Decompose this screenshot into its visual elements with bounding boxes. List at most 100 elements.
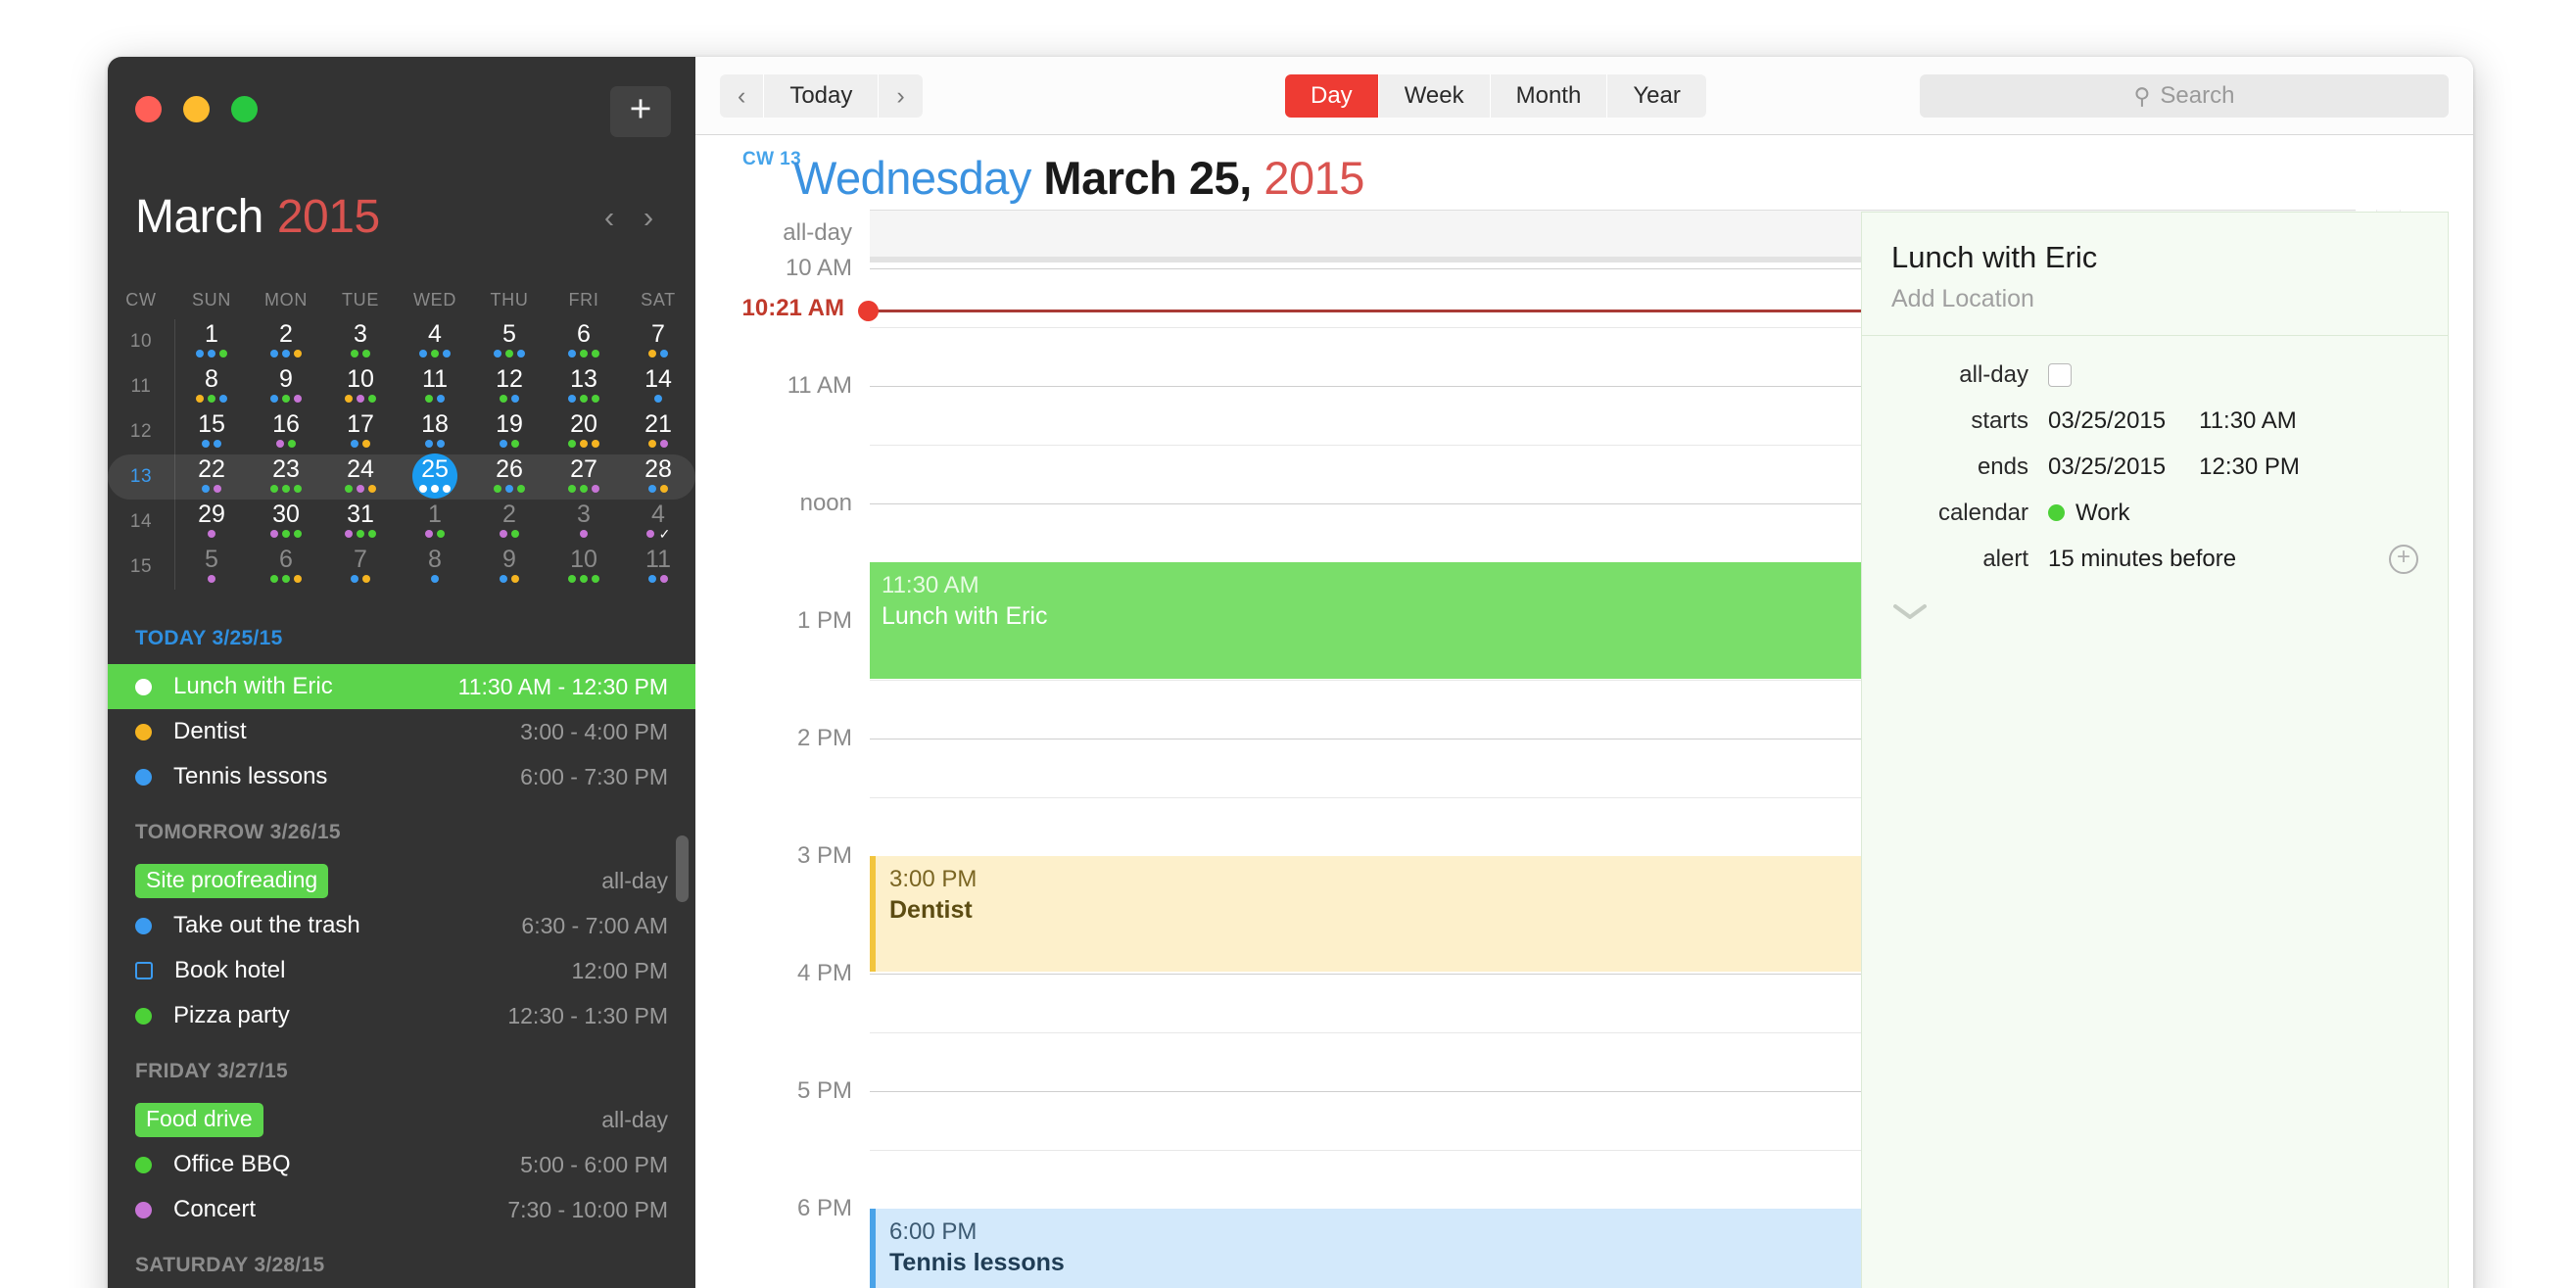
previous-day-button[interactable]: ‹ [720, 74, 765, 118]
mini-calendar-day-cell[interactable]: 12 [472, 364, 547, 409]
mini-calendar-day-number: 19 [496, 410, 523, 438]
tab-week[interactable]: Week [1378, 74, 1491, 118]
mini-calendar-day-number: 10 [570, 546, 597, 573]
mini-calendar-day-cell[interactable]: 2 [472, 500, 547, 545]
mini-calendar-day-dots [208, 575, 215, 583]
mini-calendar-day-cell[interactable]: 1 [174, 319, 249, 364]
mini-calendar-day-cell[interactable]: 31 [323, 500, 398, 545]
list-item[interactable]: Tennis lessons 6:00 - 7:30 PM [108, 754, 695, 799]
zoom-button-icon[interactable] [231, 96, 258, 122]
list-item[interactable]: Pizza party 12:30 - 1:30 PM [108, 993, 695, 1038]
mini-calendar-day-cell[interactable]: 3 [547, 500, 621, 545]
mini-calendar-day-cell[interactable]: 28 [621, 454, 695, 500]
mini-calendar-day-cell[interactable]: 22 [174, 454, 249, 500]
mini-calendar-day-cell[interactable]: 6 [547, 319, 621, 364]
mini-calendar-day-cell[interactable]: 11 [398, 364, 472, 409]
calendar-select[interactable]: Work [2075, 500, 2130, 527]
hour-label: 2 PM [796, 725, 852, 751]
minimize-button-icon[interactable] [183, 96, 210, 122]
todo-checkbox[interactable] [135, 962, 153, 979]
mini-calendar-day-cell[interactable]: 20 [547, 409, 621, 454]
inspector-event-title[interactable]: Lunch with Eric [1891, 240, 2418, 275]
next-month-chevron-icon[interactable]: › [629, 202, 668, 232]
mini-calendar-day-cell[interactable]: 17 [323, 409, 398, 454]
prev-month-chevron-icon[interactable]: ‹ [590, 202, 629, 232]
mini-calendar-day-cell[interactable]: 15 [174, 409, 249, 454]
event-dot-icon [517, 485, 525, 493]
mini-calendar-day-cell[interactable]: 25 [398, 453, 472, 500]
list-item[interactable]: Office BBQ 5:00 - 6:00 PM [108, 1142, 695, 1187]
mini-calendar-day-cell[interactable]: 30 [249, 500, 323, 545]
ends-time-field[interactable]: 12:30 PM [2199, 453, 2300, 481]
mini-calendar-day-cell[interactable]: 10 [323, 364, 398, 409]
list-item[interactable]: Take out the trash 6:30 - 7:00 AM [108, 903, 695, 948]
mini-calendar-day-cell[interactable]: 7 [621, 319, 695, 364]
mini-calendar-week-row: 10 1 2 3 4 5 6 7 [108, 319, 695, 364]
expand-details-chevron-icon[interactable] [1893, 603, 1927, 621]
all-day-event-badge[interactable]: Site proofreading [135, 863, 329, 898]
toolbar: ‹ Today › Day Week Month Year ⚲ Search [695, 57, 2473, 135]
mini-calendar-day-cell[interactable]: 9 [249, 364, 323, 409]
mini-calendar-day-number: 4 [651, 501, 665, 528]
mini-calendar-day-cell[interactable]: 6 [249, 545, 323, 590]
mini-calendar-day-cell[interactable]: 4 [398, 319, 472, 364]
all-day-event-badge[interactable]: Food drive [135, 1102, 263, 1137]
mini-calendar-day-cell[interactable]: 3 [323, 319, 398, 364]
inspector-location-field[interactable]: Add Location [1891, 285, 2418, 313]
mini-calendar-day-cell[interactable]: 21 [621, 409, 695, 454]
event-dot-icon [276, 440, 284, 448]
next-day-button[interactable]: › [879, 74, 923, 118]
mini-calendar-day-cell[interactable]: 4 ✓ [621, 500, 695, 545]
mini-calendar-day-number: 6 [279, 546, 293, 573]
mini-calendar-day-cell[interactable]: 18 [398, 409, 472, 454]
all-day-checkbox[interactable] [2048, 362, 2072, 387]
mini-calendar-week-row: 11 8 9 10 11 12 13 14 [108, 364, 695, 409]
mini-calendar-day-cell[interactable]: 11 [621, 545, 695, 590]
mini-calendar-day-cell[interactable]: 2 [249, 319, 323, 364]
mini-calendar-day-cell[interactable]: 10 [547, 545, 621, 590]
starts-time-field[interactable]: 11:30 AM [2199, 407, 2297, 435]
mini-calendar-day-cell[interactable]: 24 [323, 454, 398, 500]
mini-calendar-day-cell[interactable]: 5 [472, 319, 547, 364]
tab-day[interactable]: Day [1285, 74, 1379, 118]
mini-calendar-day-cell[interactable]: 8 [398, 545, 472, 590]
search-input[interactable]: ⚲ Search [1920, 74, 2449, 118]
tab-month[interactable]: Month [1490, 74, 1608, 118]
sidebar-scrollbar-thumb[interactable] [676, 835, 689, 902]
mini-calendar-day-cell[interactable]: 8 [174, 364, 249, 409]
mini-calendar-day-cell[interactable]: 16 [249, 409, 323, 454]
list-item[interactable]: Site proofreading all-day [108, 858, 695, 903]
today-button[interactable]: Today [764, 74, 880, 118]
mini-calendar-day-cell[interactable]: 9 [472, 545, 547, 590]
list-item-time: all-day [601, 1106, 668, 1132]
mini-calendar-day-cell[interactable]: 19 [472, 409, 547, 454]
alert-select[interactable]: 15 minutes before [2048, 546, 2236, 573]
mini-calendar-day-cell[interactable]: 14 [621, 364, 695, 409]
starts-date-field[interactable]: 03/25/2015 [2048, 407, 2166, 435]
list-item[interactable]: Book hotel 12:00 PM [108, 948, 695, 993]
mini-calendar-day-cell[interactable]: 23 [249, 454, 323, 500]
list-item[interactable]: Lunch with Eric 11:30 AM - 12:30 PM [108, 664, 695, 709]
mini-calendar-week-row: 14 29 30 31 1 2 3 4 ✓ [108, 500, 695, 545]
mini-calendar-day-cell[interactable]: 5 [174, 545, 249, 590]
ends-date-field[interactable]: 03/25/2015 [2048, 453, 2166, 481]
mini-calendar-day-cell[interactable]: 29 [174, 500, 249, 545]
mini-calendar-day-cell[interactable]: 7 [323, 545, 398, 590]
window-controls [135, 96, 258, 122]
mini-calendar-day-dots [494, 350, 525, 358]
event-dot-icon [368, 395, 376, 403]
list-item[interactable]: Concert 7:30 - 10:00 PM [108, 1187, 695, 1232]
mini-calendar-dow-label: SAT [641, 289, 676, 310]
list-item[interactable]: Dentist 3:00 - 4:00 PM [108, 709, 695, 754]
close-button-icon[interactable] [135, 96, 162, 122]
event-dot-icon [580, 440, 588, 448]
mini-calendar-day-cell[interactable]: 27 [547, 454, 621, 500]
mini-calendar-day-cell[interactable]: 13 [547, 364, 621, 409]
add-event-button[interactable]: + [610, 86, 671, 137]
event-dot-icon [202, 485, 210, 493]
mini-calendar-day-cell[interactable]: 26 [472, 454, 547, 500]
tab-year[interactable]: Year [1607, 74, 1706, 118]
add-alert-button[interactable]: + [2389, 544, 2418, 574]
mini-calendar-day-cell[interactable]: 1 [398, 500, 472, 545]
list-item[interactable]: Food drive all-day [108, 1097, 695, 1142]
